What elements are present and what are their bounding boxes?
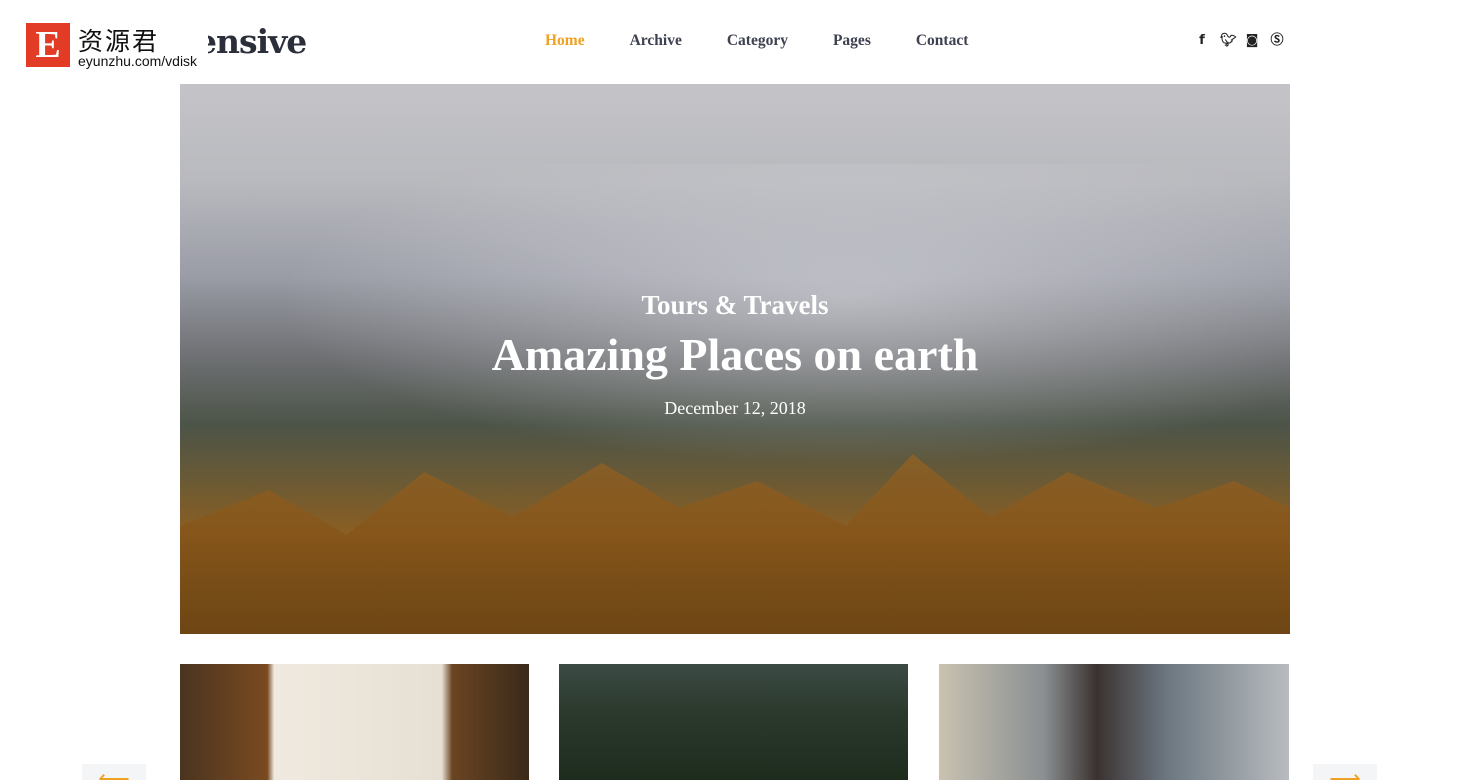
post-card-image-watch[interactable] <box>180 664 529 780</box>
watermark-letter: E <box>26 23 70 67</box>
hero-title[interactable]: Amazing Places on earth <box>180 328 1290 381</box>
nav-archive[interactable]: Archive <box>630 32 682 50</box>
nav-pages[interactable]: Pages <box>833 32 871 50</box>
instagram-icon[interactable]: ◙ <box>1245 33 1259 49</box>
facebook-icon[interactable]: f <box>1195 33 1209 49</box>
nav-category[interactable]: Category <box>727 32 788 50</box>
nav-home[interactable]: Home <box>545 32 585 50</box>
skype-icon[interactable]: Ⓢ <box>1270 33 1284 49</box>
post-card-image-man[interactable] <box>939 664 1289 780</box>
watermark-logo: E 资源君 eyunzhu.com/vdisk <box>22 20 208 70</box>
arrow-left-icon[interactable]: ⟵ <box>82 764 146 780</box>
twitter-icon[interactable]: 🐦︎ <box>1220 33 1237 49</box>
main-nav: Home Archive Category Pages Contact <box>545 32 1013 50</box>
arrow-right-icon[interactable]: ⟶ <box>1313 764 1377 780</box>
watermark-url: eyunzhu.com/vdisk <box>78 53 198 69</box>
hero-date: December 12, 2018 <box>664 398 806 418</box>
site-logo[interactable]: ensive <box>196 22 307 61</box>
hero-banner[interactable]: Tours & Travels Amazing Places on earth … <box>180 84 1290 634</box>
hero-category[interactable]: Tours & Travels <box>180 290 1290 321</box>
nav-contact[interactable]: Contact <box>916 32 969 50</box>
social-links: f 🐦︎ ◙ Ⓢ <box>1195 33 1284 49</box>
site-header: ensive E 资源君 eyunzhu.com/vdisk Home Arch… <box>0 0 1470 84</box>
post-card-image-traveler[interactable] <box>559 664 908 780</box>
